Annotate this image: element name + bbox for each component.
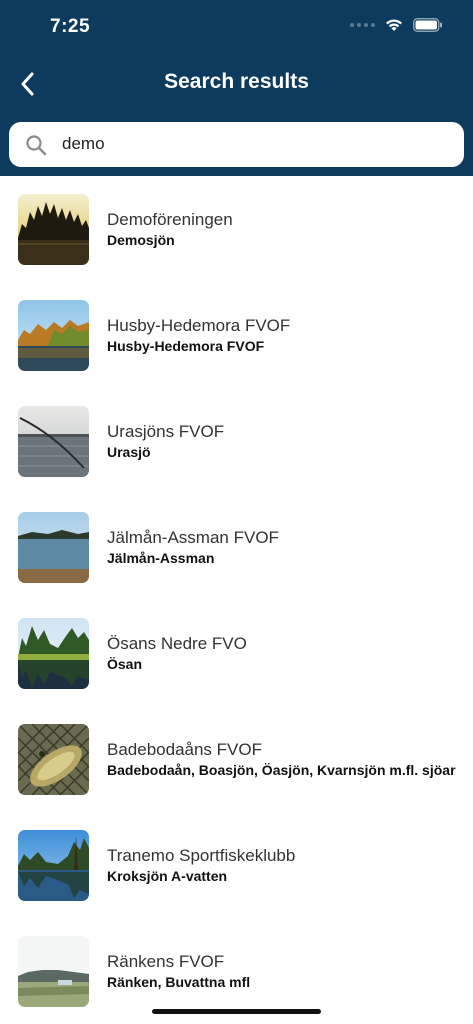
item-title: Urasjöns FVOF <box>107 422 225 441</box>
list-item[interactable]: Husby-Hedemora FVOF Husby-Hedemora FVOF <box>0 282 473 388</box>
item-subtitle: Ösan <box>107 656 143 672</box>
thumbnail <box>18 300 89 371</box>
search-query[interactable]: demo <box>62 134 105 154</box>
status-time: 7:25 <box>50 16 91 37</box>
list-item[interactable]: Urasjöns FVOF Urasjö <box>0 388 473 494</box>
list-item[interactable]: Badebodaåns FVOF Badebodaån, Boasjön, Öa… <box>0 706 473 812</box>
thumbnail <box>18 618 89 689</box>
item-subtitle: Ränken, Buvattna mfl <box>107 974 251 990</box>
thumbnail <box>18 406 89 477</box>
battery-icon <box>413 18 442 32</box>
search-icon <box>26 135 47 156</box>
item-subtitle: Demosjön <box>107 232 175 248</box>
item-subtitle: Urasjö <box>107 444 151 460</box>
item-title: Ränkens FVOF <box>107 952 225 971</box>
search-input[interactable]: demo <box>9 122 464 167</box>
thumbnail <box>18 936 89 1007</box>
thumbnail <box>18 194 89 265</box>
list-item[interactable]: Demoföreningen Demosjön <box>0 176 473 282</box>
item-subtitle: Kroksjön A-vatten <box>107 868 228 884</box>
wifi-icon <box>386 19 402 31</box>
page-title: Search results <box>164 70 309 93</box>
item-subtitle: Badebodaån, Boasjön, Öasjön, Kvarnsjön m… <box>107 762 456 778</box>
item-title: Badebodaåns FVOF <box>107 740 262 759</box>
item-title: Demoföreningen <box>107 210 233 229</box>
header: 7:25 Search results demo <box>0 0 473 176</box>
status-bar: 7:25 <box>0 0 473 56</box>
home-indicator[interactable] <box>152 1009 321 1014</box>
thumbnail <box>18 724 89 795</box>
item-title: Jälmån-Assman FVOF <box>107 528 279 547</box>
list-item[interactable]: Ösans Nedre FVO Ösan <box>0 600 473 706</box>
cellular-signal-icon <box>350 23 375 27</box>
thumbnail <box>18 830 89 901</box>
item-subtitle: Jälmån-Assman <box>107 550 215 566</box>
item-title: Husby-Hedemora FVOF <box>107 316 291 335</box>
thumbnail <box>18 512 89 583</box>
item-subtitle: Husby-Hedemora FVOF <box>107 338 265 354</box>
list-item[interactable]: Tranemo Sportfiskeklubb Kroksjön A-vatte… <box>0 812 473 918</box>
item-title: Tranemo Sportfiskeklubb <box>107 846 296 865</box>
list-item[interactable]: Jälmån-Assman FVOF Jälmån-Assman <box>0 494 473 600</box>
navigation-bar: Search results <box>0 60 473 108</box>
item-title: Ösans Nedre FVO <box>107 634 247 653</box>
status-icons <box>350 18 443 32</box>
